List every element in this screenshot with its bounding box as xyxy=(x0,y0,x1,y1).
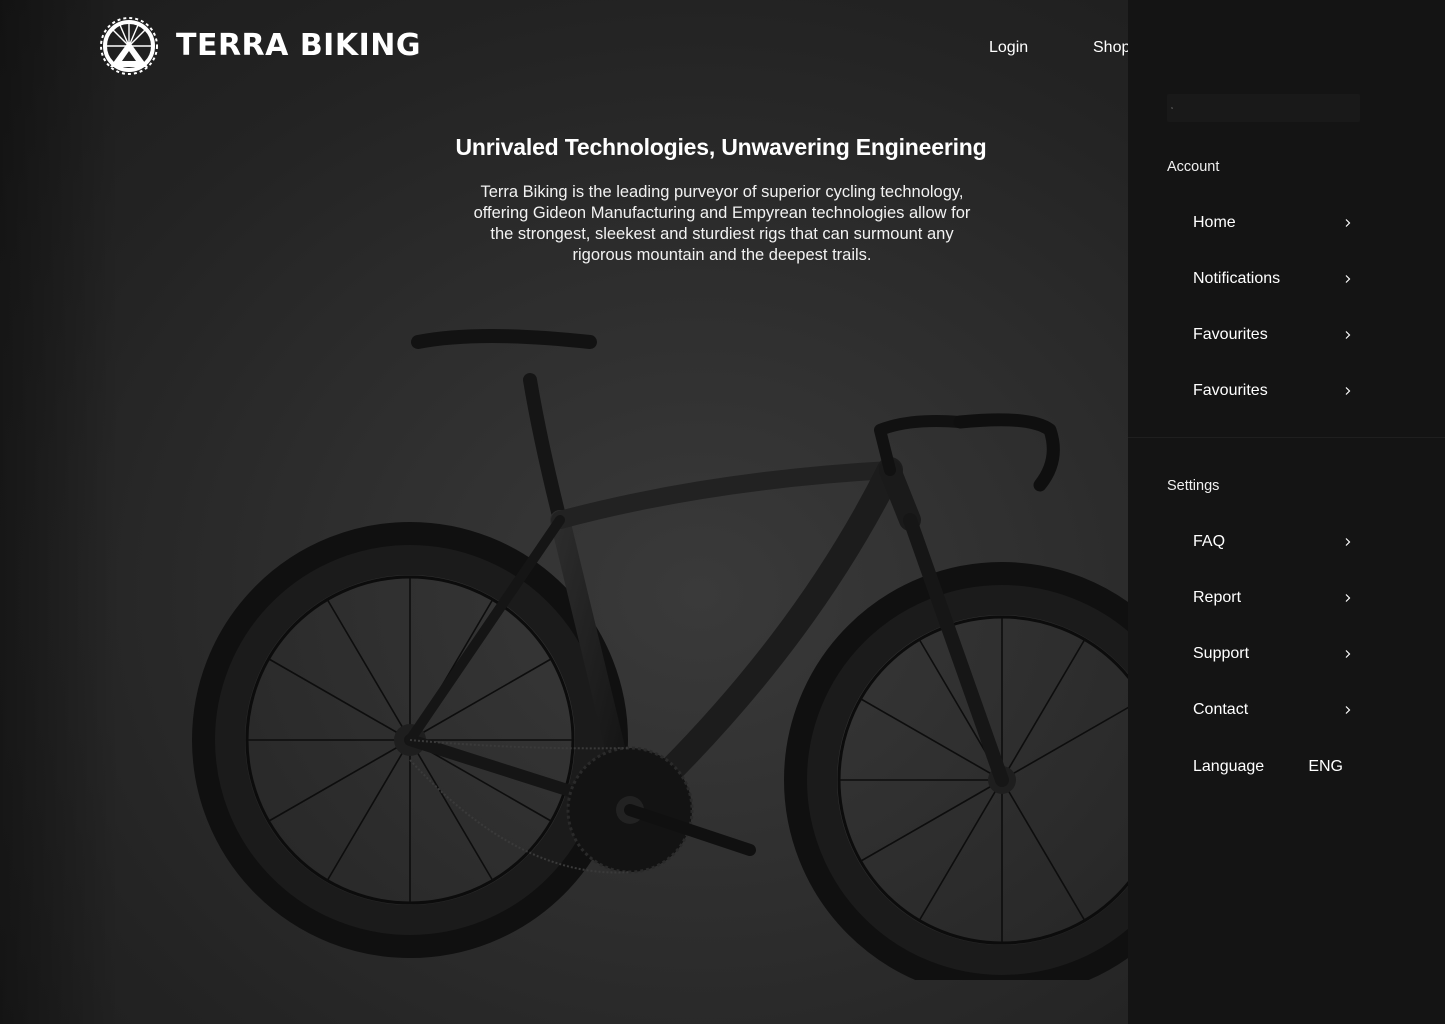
search-input[interactable] xyxy=(1173,94,1360,122)
drawer-item-label: Home xyxy=(1193,214,1236,231)
language-value: ENG xyxy=(1308,758,1343,775)
page: TERRA BIKING Login Shop Unrivaled Techno… xyxy=(0,0,1445,1024)
drawer-item-favourites[interactable]: Favourites xyxy=(1193,320,1353,350)
shop-link[interactable]: Shop xyxy=(1093,39,1130,57)
search-box[interactable] xyxy=(1167,94,1360,122)
wheel-mountain-logo-icon xyxy=(100,17,158,75)
front-wheel xyxy=(784,562,1128,980)
drawer-item-support[interactable]: Support xyxy=(1193,639,1353,669)
drawer-item-label: Contact xyxy=(1193,701,1249,718)
drawer-item-faq[interactable]: FAQ xyxy=(1193,527,1353,557)
hero-headline: Unrivaled Technologies, Unwavering Engin… xyxy=(455,134,987,160)
hero-vignette xyxy=(0,0,120,1024)
chevron-right-icon xyxy=(1345,538,1351,546)
chevron-right-icon xyxy=(1345,706,1351,714)
drawer-item-notifications[interactable]: Notifications xyxy=(1193,264,1353,294)
drawer-item-favourites-2[interactable]: Favourites xyxy=(1193,376,1353,406)
chevron-right-icon xyxy=(1345,650,1351,658)
chevron-right-icon xyxy=(1345,594,1351,602)
drawer-item-label: Support xyxy=(1193,645,1250,662)
chevron-right-icon xyxy=(1345,219,1351,227)
login-link[interactable]: Login xyxy=(989,39,1028,57)
chevron-right-icon xyxy=(1345,331,1351,339)
brand-name: TERRA BIKING xyxy=(176,28,421,63)
hero-intro: Terra Biking is the leading purveyor of … xyxy=(473,183,971,264)
drawer-divider xyxy=(1128,437,1445,438)
drawer-item-report[interactable]: Report xyxy=(1193,583,1353,613)
bike-image xyxy=(192,329,1128,980)
side-drawer: Account Home Notifications Favourites Fa… xyxy=(1128,0,1445,1024)
drawer-item-label: FAQ xyxy=(1193,533,1226,550)
brand-logo[interactable]: TERRA BIKING xyxy=(92,17,421,75)
language-label: Language xyxy=(1193,758,1265,775)
crankset xyxy=(566,746,756,874)
drawer-item-label: Favourites xyxy=(1193,326,1268,343)
drawer-item-label: Report xyxy=(1193,589,1242,606)
drawer-item-label: Notifications xyxy=(1193,270,1281,287)
language-selector[interactable]: Language ENG xyxy=(1193,752,1343,782)
chevron-right-icon xyxy=(1345,275,1351,283)
settings-section-title: Settings xyxy=(1167,478,1220,494)
drawer-item-home[interactable]: Home xyxy=(1193,208,1353,238)
drawer-item-contact[interactable]: Contact xyxy=(1193,695,1353,725)
drawer-item-label: Favourites xyxy=(1193,382,1268,399)
account-section-title: Account xyxy=(1167,159,1220,175)
chevron-right-icon xyxy=(1345,387,1351,395)
